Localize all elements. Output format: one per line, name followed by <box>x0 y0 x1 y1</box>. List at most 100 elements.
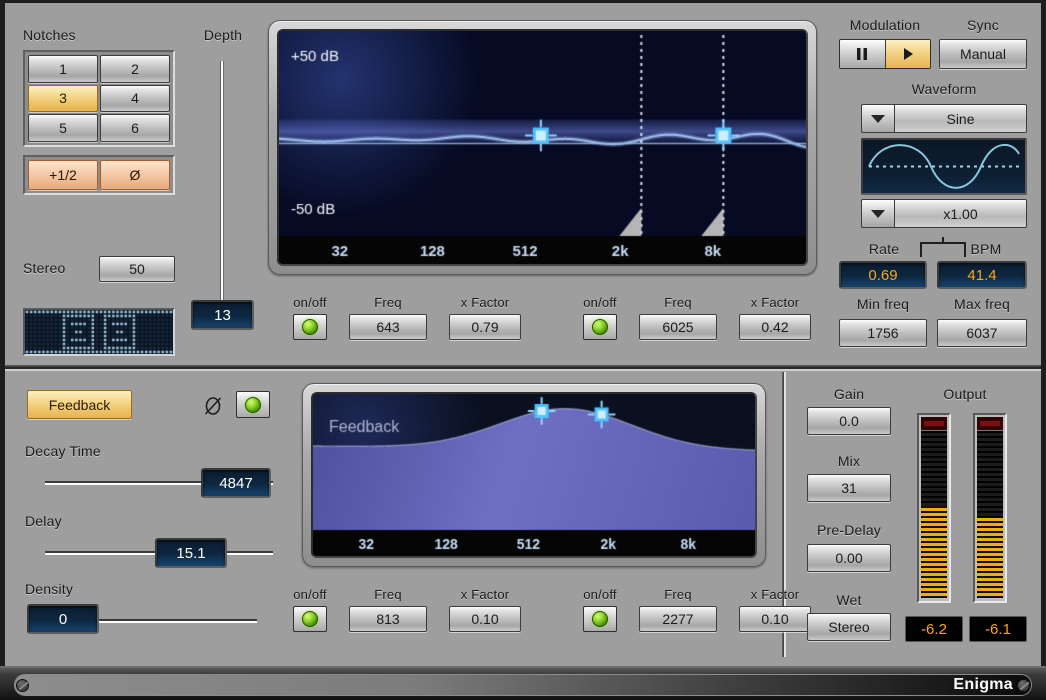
phase-invert-icon[interactable] <box>202 395 224 417</box>
notch-button-5[interactable]: 5 <box>28 114 98 142</box>
waveform-value[interactable]: Sine <box>894 104 1027 133</box>
notch-2-onoff-button[interactable] <box>583 314 617 340</box>
depth-label: Depth <box>193 27 253 43</box>
notch-button-grid: 1 2 3 4 5 6 <box>23 50 175 147</box>
feedback-response-canvas-wrap <box>311 392 757 558</box>
notch-1-freq-label: Freq <box>374 295 402 310</box>
notch-1-onoff-button[interactable] <box>293 314 327 340</box>
notch-modifier-row: +1/2 Ø <box>23 155 175 195</box>
sync-mode-button[interactable]: Manual <box>939 39 1027 69</box>
bpm-label: BPM <box>945 241 1027 257</box>
chevron-down-icon[interactable] <box>861 104 894 133</box>
clip-indicator-left[interactable] <box>921 417 947 431</box>
notch-1-onoff-group: on/off <box>293 295 327 340</box>
decay-time-handle[interactable]: 4847 <box>201 468 271 498</box>
notch-response-display[interactable] <box>268 20 817 275</box>
pre-delay-value-field[interactable]: 0.00 <box>807 544 891 572</box>
notch-2-factor-group: x Factor 0.42 <box>739 295 811 340</box>
notch-response-canvas-wrap <box>277 29 808 266</box>
notch-1-freq-group: Freq 643 <box>349 295 427 340</box>
sync-label: Sync <box>943 17 1023 33</box>
notch-2-onoff-label: on/off <box>583 295 617 310</box>
fb-1-onoff-button[interactable] <box>293 606 327 632</box>
fb-1-onoff-label: on/off <box>293 587 327 602</box>
stereo-value-field[interactable]: 50 <box>99 256 175 282</box>
decay-time-label: Decay Time <box>25 443 101 459</box>
screw-icon <box>1017 679 1030 692</box>
stereo-matrix-display <box>23 308 175 356</box>
density-label: Density <box>25 581 73 597</box>
fb-1-factor-label: x Factor <box>461 587 510 602</box>
mix-value-field[interactable]: 31 <box>807 474 891 502</box>
notch-1-freq-field[interactable]: 643 <box>349 314 427 340</box>
feedback-response-display[interactable] <box>302 383 766 567</box>
clip-indicator-right[interactable] <box>977 417 1003 431</box>
gain-value-field[interactable]: 0.0 <box>807 407 891 435</box>
rate-value-field[interactable]: 0.69 <box>839 261 927 289</box>
feedback-onoff-button[interactable] <box>236 391 270 418</box>
play-icon[interactable] <box>886 40 931 68</box>
fb-2-onoff-button[interactable] <box>583 606 617 632</box>
footer-bar-container: Enigma <box>0 666 1046 700</box>
waveform-preview-display <box>861 138 1027 195</box>
notch-button-4[interactable]: 4 <box>100 85 170 113</box>
fb-2-freq-field[interactable]: 2277 <box>639 606 717 632</box>
fb-1-freq-label: Freq <box>374 587 402 602</box>
output-meter-right <box>973 413 1007 603</box>
minfreq-value-field[interactable]: 1756 <box>839 319 927 347</box>
notch-1-factor-group: x Factor 0.79 <box>449 295 521 340</box>
wet-mode-field[interactable]: Stereo <box>807 613 891 641</box>
notches-label: Notches <box>23 27 76 43</box>
phase-invert-icon[interactable]: Ø <box>100 160 170 190</box>
multiplier-value[interactable]: x1.00 <box>894 199 1027 228</box>
meter-body-left <box>921 431 947 598</box>
footer-bar: Enigma <box>14 674 1032 696</box>
depth-slider-track[interactable] <box>220 61 224 301</box>
screw-icon <box>16 679 29 692</box>
notch-1-factor-field[interactable]: 0.79 <box>449 314 521 340</box>
output-meter-left <box>917 413 951 603</box>
waveform-select[interactable]: Sine <box>861 104 1027 133</box>
led-icon <box>592 611 608 627</box>
mix-label: Mix <box>811 453 887 469</box>
fb-2-freq-label: Freq <box>664 587 692 602</box>
fb-1-factor-field[interactable]: 0.10 <box>449 606 521 632</box>
led-icon <box>592 319 608 335</box>
fb-2-factor-field[interactable]: 0.10 <box>739 606 811 632</box>
notch-1-onoff-label: on/off <box>293 295 327 310</box>
chevron-down-icon[interactable] <box>861 199 894 228</box>
fb-2-freq-group: Freq 2277 <box>639 587 717 632</box>
fb-1-freq-group: Freq 813 <box>349 587 427 632</box>
meter-readout-right: -6.1 <box>969 616 1027 642</box>
waveform-label: Waveform <box>861 81 1027 97</box>
notch-2-freq-field[interactable]: 6025 <box>639 314 717 340</box>
half-offset-button[interactable]: +1/2 <box>28 160 98 190</box>
notch-2-onoff-group: on/off <box>583 295 617 340</box>
fb-2-onoff-group: on/off <box>583 587 617 632</box>
density-handle[interactable]: 0 <box>27 604 99 634</box>
notch-button-2[interactable]: 2 <box>100 55 170 83</box>
meter-body-right <box>977 431 1003 598</box>
fb-1-freq-field[interactable]: 813 <box>349 606 427 632</box>
fb-2-factor-label: x Factor <box>751 587 800 602</box>
notch-button-3[interactable]: 3 <box>28 85 98 113</box>
feedback-enable-button[interactable]: Feedback <box>27 390 132 419</box>
fb-2-factor-group: x Factor 0.10 <box>739 587 811 632</box>
wet-label: Wet <box>811 592 887 608</box>
modulation-transport <box>839 39 931 69</box>
notch-button-6[interactable]: 6 <box>100 114 170 142</box>
pause-icon[interactable] <box>840 40 886 68</box>
notch-2-factor-field[interactable]: 0.42 <box>739 314 811 340</box>
notch-button-1[interactable]: 1 <box>28 55 98 83</box>
meter-readout-left: -6.2 <box>905 616 963 642</box>
meter-ticks-left <box>921 431 947 598</box>
delay-handle[interactable]: 15.1 <box>155 538 227 568</box>
maxfreq-value-field[interactable]: 6037 <box>937 319 1027 347</box>
bpm-value-field[interactable]: 41.4 <box>937 261 1027 289</box>
multiplier-select[interactable]: x1.00 <box>861 199 1027 228</box>
notch-controls-row: on/off Freq 643 x Factor 0.79 on/off Fre… <box>293 295 811 340</box>
notch-2-factor-label: x Factor <box>751 295 800 310</box>
led-icon <box>245 397 261 413</box>
depth-slider-handle[interactable]: 13 <box>191 300 254 330</box>
feedback-controls-row: on/off Freq 813 x Factor 0.10 on/off Fre… <box>293 587 811 632</box>
